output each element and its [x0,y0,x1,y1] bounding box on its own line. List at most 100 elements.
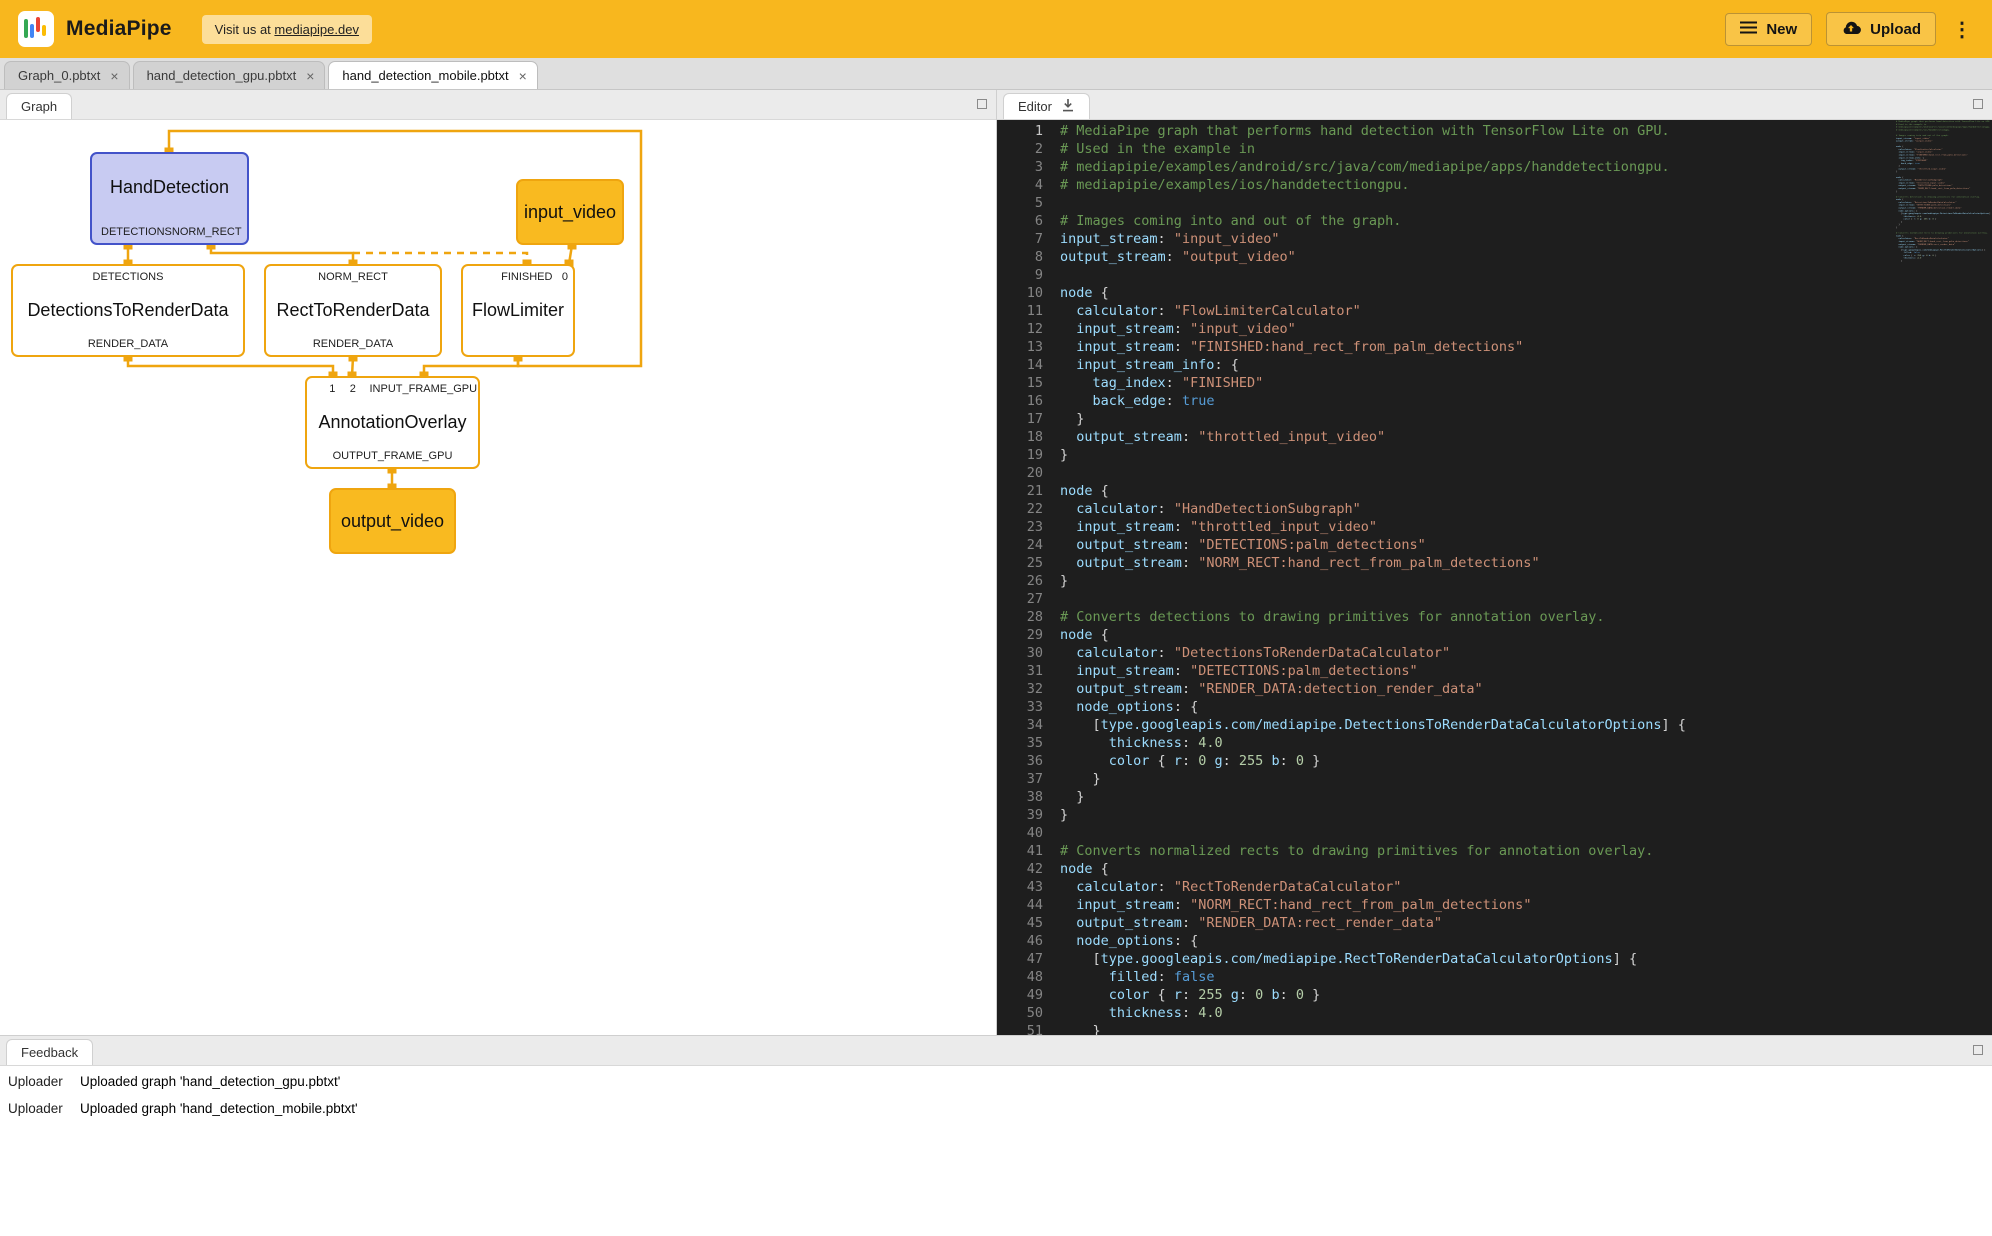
code-line[interactable]: 35 thickness: 4.0 [997,734,1992,752]
close-icon[interactable]: × [519,69,527,83]
code-line[interactable]: 22 calculator: "HandDetectionSubgraph" [997,500,1992,518]
code-line[interactable]: 14 input_stream_info: { [997,356,1992,374]
code-line[interactable]: 25 output_stream: "NORM_RECT:hand_rect_f… [997,554,1992,572]
line-content: node { [1060,285,1109,301]
code-line[interactable]: 7input_stream: "input_video" [997,230,1992,248]
code-editor[interactable]: 1 # MediaPipe graph that performs hand de… [997,120,1992,1035]
close-icon[interactable]: × [110,69,118,83]
code-line[interactable]: 31 input_stream: "DETECTIONS:palm_detect… [997,662,1992,680]
code-line[interactable]: 42node { [997,860,1992,878]
maximize-editor-icon[interactable] [1973,99,1983,109]
upload-button[interactable]: Upload [1826,12,1936,46]
mediapipe-dev-link[interactable]: mediapipe.dev [274,22,359,37]
code-line[interactable]: 21node { [997,482,1992,500]
line-number: 2 [997,140,1060,158]
maximize-graph-icon[interactable] [977,99,987,109]
tab-feedback[interactable]: Feedback [6,1039,93,1065]
code-line[interactable]: 13 input_stream: "FINISHED:hand_rect_fro… [997,338,1992,356]
code-line[interactable]: 10node { [997,284,1992,302]
code-line[interactable]: 16 back_edge: true [997,392,1992,410]
code-line[interactable]: 32 output_stream: "RENDER_DATA:detection… [997,680,1992,698]
download-icon[interactable] [1061,98,1075,115]
line-number: 8 [997,248,1060,266]
code-line[interactable]: 18 output_stream: "throttled_input_video… [997,428,1992,446]
close-icon[interactable]: × [306,69,314,83]
code-line[interactable]: 39} [997,806,1992,824]
code-line[interactable]: 45 output_stream: "RENDER_DATA:rect_rend… [997,914,1992,932]
code-line[interactable]: 46 node_options: { [997,932,1992,950]
node-output-video[interactable]: output_video [329,488,456,554]
code-line[interactable]: 49 color { r: 255 g: 0 b: 0 } [997,986,1992,1004]
line-content: # Converts detections to drawing primiti… [1060,609,1605,625]
code-line[interactable]: 2# Used in the example in [997,140,1992,158]
port-0: 0 [562,271,568,283]
code-line[interactable]: 28# Converts detections to drawing primi… [997,608,1992,626]
code-line[interactable]: 5 [997,194,1992,212]
code-line[interactable]: 41# Converts normalized rects to drawing… [997,842,1992,860]
node-rect-to-render-data[interactable]: NORM_RECT RectToRenderData RENDER_DATA [264,264,442,357]
line-content: # Images coming into and out of the grap… [1060,213,1401,229]
line-content: node { [1060,861,1109,877]
more-options-icon[interactable]: ⋮ [1950,17,1974,42]
line-content: input_stream: "throttled_input_video" [1060,519,1377,535]
line-number: 6 [997,212,1060,230]
line-number: 20 [997,464,1060,482]
code-line[interactable]: 26} [997,572,1992,590]
node-hand-detection[interactable]: HandDetection DETECTIONS NORM_RECT [90,152,249,245]
visit-us-chip[interactable]: Visit us at mediapipe.dev [202,15,372,44]
code-line[interactable]: 34 [type.googleapis.com/mediapipe.Detect… [997,716,1992,734]
code-line[interactable]: 23 input_stream: "throttled_input_video" [997,518,1992,536]
tab-graph-view[interactable]: Graph [6,93,72,119]
new-button[interactable]: New [1725,13,1812,46]
code-line[interactable]: 51 } [997,1022,1992,1035]
code-line[interactable]: 11 calculator: "FlowLimiterCalculator" [997,302,1992,320]
code-line[interactable]: 17 } [997,410,1992,428]
line-number: 19 [997,446,1060,464]
line-content: node_options: { [1060,933,1198,949]
code-line[interactable]: 48 filled: false [997,968,1992,986]
node-flow-limiter[interactable]: FINISHED 0 FlowLimiter [461,264,575,357]
code-line[interactable]: 50 thickness: 4.0 [997,1004,1992,1022]
tab-hand-detection-mobile-pbtxt[interactable]: hand_detection_mobile.pbtxt × [328,61,537,89]
code-line[interactable]: 33 node_options: { [997,698,1992,716]
node-detections-to-render-data[interactable]: DETECTIONS DetectionsToRenderData RENDER… [11,264,245,357]
code-line[interactable]: 12 input_stream: "input_video" [997,320,1992,338]
line-number: 1 [997,122,1060,140]
code-line[interactable]: 1# MediaPipe graph that performs hand de… [997,122,1992,140]
line-number: 45 [997,914,1060,932]
tab-editor[interactable]: Editor [1003,93,1090,119]
line-number: 7 [997,230,1060,248]
code-line[interactable]: 3# mediapipie/examples/android/src/java/… [997,158,1992,176]
tab-hand-detection-gpu-pbtxt[interactable]: hand_detection_gpu.pbtxt × [133,61,326,89]
code-line[interactable]: 9 [997,266,1992,284]
code-line[interactable]: 19} [997,446,1992,464]
graph-tab-label: Graph [21,99,57,114]
graph-canvas[interactable]: HandDetection DETECTIONS NORM_RECT input… [0,120,996,1035]
code-line[interactable]: 37 } [997,770,1992,788]
maximize-feedback-icon[interactable] [1973,1045,1983,1055]
node-annotation-overlay[interactable]: 1 2 INPUT_FRAME_GPU AnnotationOverlay OU… [305,376,480,469]
code-line[interactable]: 47 [type.googleapis.com/mediapipe.RectTo… [997,950,1992,968]
port-norm-rect: NORM_RECT [172,226,242,238]
line-content: node_options: { [1060,699,1198,715]
code-line[interactable]: 38 } [997,788,1992,806]
node-input-video[interactable]: input_video [516,179,624,245]
line-content: output_stream: "RENDER_DATA:detection_re… [1060,681,1483,697]
editor-minimap[interactable]: # MediaPipe graph that performs hand det… [1896,120,1992,1035]
code-line[interactable]: 15 tag_index: "FINISHED" [997,374,1992,392]
line-content: output_stream: "NORM_RECT:hand_rect_from… [1060,555,1540,571]
code-line[interactable]: 20 [997,464,1992,482]
code-line[interactable]: 27 [997,590,1992,608]
code-line[interactable]: 8output_stream: "output_video" [997,248,1992,266]
tab-graph-0-pbtxt[interactable]: Graph_0.pbtxt × [4,61,130,89]
code-line[interactable]: 40 [997,824,1992,842]
code-line[interactable]: 24 output_stream: "DETECTIONS:palm_detec… [997,536,1992,554]
code-line[interactable]: 43 calculator: "RectToRenderDataCalculat… [997,878,1992,896]
port-detections: DETECTIONS [93,271,164,283]
code-line[interactable]: 30 calculator: "DetectionsToRenderDataCa… [997,644,1992,662]
code-line[interactable]: 36 color { r: 0 g: 255 b: 0 } [997,752,1992,770]
code-line[interactable]: 4# mediapipie/examples/ios/handdetection… [997,176,1992,194]
code-line[interactable]: 29node { [997,626,1992,644]
code-line[interactable]: 6# Images coming into and out of the gra… [997,212,1992,230]
code-line[interactable]: 44 input_stream: "NORM_RECT:hand_rect_fr… [997,896,1992,914]
